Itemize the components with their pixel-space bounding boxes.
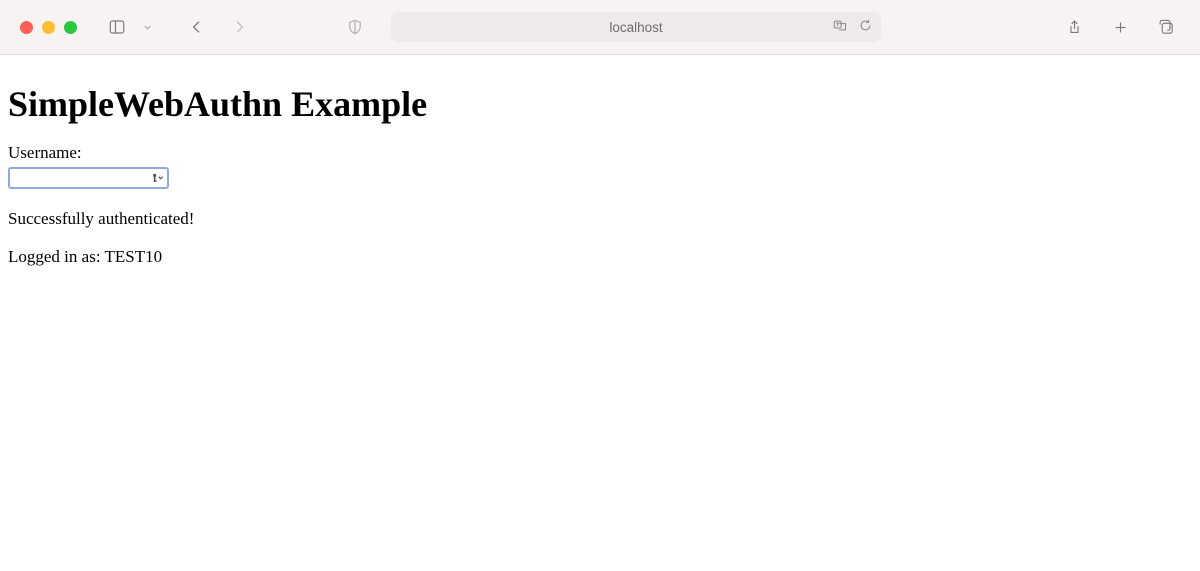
- username-field-wrap: [8, 167, 169, 189]
- chevron-down-icon[interactable]: [133, 13, 161, 41]
- back-button[interactable]: [183, 13, 211, 41]
- logged-in-prefix: Logged in as:: [8, 247, 104, 266]
- page-title: SimpleWebAuthn Example: [8, 83, 1192, 125]
- fullscreen-window-button[interactable]: [64, 21, 77, 34]
- sidebar-toggle-group: [103, 13, 161, 41]
- address-bar-text: localhost: [609, 20, 662, 35]
- page-body: SimpleWebAuthn Example Username: Success…: [0, 55, 1200, 275]
- new-tab-icon[interactable]: [1106, 13, 1134, 41]
- window-controls: [20, 21, 77, 34]
- browser-toolbar: localhost: [0, 0, 1200, 55]
- forward-button[interactable]: [225, 13, 253, 41]
- keychain-autofill-icon[interactable]: [150, 171, 166, 185]
- minimize-window-button[interactable]: [42, 21, 55, 34]
- share-icon[interactable]: [1060, 13, 1088, 41]
- username-label: Username:: [8, 143, 1192, 163]
- username-input[interactable]: [8, 167, 169, 189]
- logged-in-line: Logged in as: TEST10: [8, 247, 1192, 267]
- logged-in-user: TEST10: [104, 247, 162, 266]
- reload-icon[interactable]: [858, 18, 873, 36]
- translate-icon[interactable]: [833, 18, 848, 36]
- navigation-arrows: [183, 13, 253, 41]
- close-window-button[interactable]: [20, 21, 33, 34]
- right-toolbar: [1060, 13, 1180, 41]
- address-bar-right-icons: [833, 18, 873, 36]
- address-bar[interactable]: localhost: [391, 12, 881, 42]
- tabs-overview-icon[interactable]: [1152, 13, 1180, 41]
- auth-status-message: Successfully authenticated!: [8, 209, 1192, 229]
- privacy-shield-icon[interactable]: [341, 13, 369, 41]
- sidebar-icon[interactable]: [103, 13, 131, 41]
